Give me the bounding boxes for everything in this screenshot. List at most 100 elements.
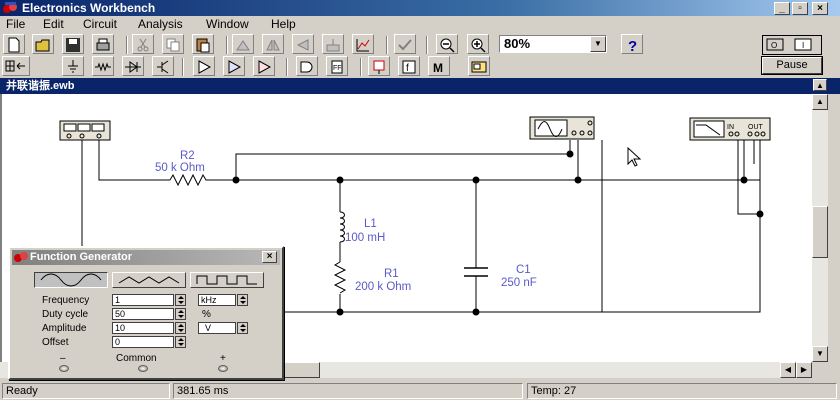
amplitude-field[interactable]: 10 [112,322,174,334]
create-subcircuit-button[interactable] [394,34,416,54]
zoom-in-button[interactable] [467,34,489,54]
checkmark-icon [398,39,412,51]
menu-help[interactable]: Help [271,17,296,31]
menu-edit[interactable]: Edit [43,17,64,31]
plus-terminal[interactable] [218,365,228,372]
frequency-unit-stepper[interactable] [237,294,248,306]
frequency-field[interactable]: 1 [112,294,174,306]
menu-window[interactable]: Window [206,17,249,31]
save-button[interactable] [62,34,84,54]
zoom-level-select[interactable]: 80% ▼ [499,35,607,53]
junction-dot [756,210,764,218]
paste-button[interactable] [192,34,214,54]
function-generator-title: Function Generator [30,251,133,263]
common-terminal[interactable] [138,365,148,372]
r1-name-label: R1 [384,268,399,280]
minus-terminal[interactable] [59,365,69,372]
zoom-out-button[interactable] [436,34,458,54]
help-button[interactable]: ? [621,34,643,54]
frequency-unit-select[interactable]: kHz [198,294,236,306]
transistors-bin-button[interactable] [152,56,174,76]
miscellaneous-bin-button[interactable]: M [428,56,450,76]
chevron-down-icon[interactable]: ▼ [590,36,606,52]
copy-icon [166,38,180,52]
app-title: Electronics Workbench [22,1,156,15]
function-generator-close-button[interactable]: × [262,251,277,263]
junction-dot [574,176,582,184]
wire [602,140,761,313]
scroll-right-arrow-icon[interactable]: ▶ [796,362,812,378]
controls-bin-button[interactable]: f [398,56,420,76]
graph-icon [356,39,370,52]
digital-bin-button[interactable]: FF [326,56,348,76]
function-generator-title-bar[interactable]: Function Generator × [12,250,280,265]
offset-label: Offset [42,337,69,348]
scroll-up-arrow-icon[interactable]: ▲ [812,94,828,110]
document-scroll-up-button[interactable]: ▲ [813,79,827,91]
zoom-graph-button[interactable] [352,34,374,54]
square-wave-icon [196,275,257,285]
flip-vertical-button[interactable] [292,34,314,54]
sine-wave-icon [40,273,102,287]
basic-bin-button[interactable] [92,56,114,76]
amplitude-unit-stepper[interactable] [237,322,248,334]
app-icon [3,2,17,13]
resistor-r1[interactable] [333,261,347,294]
vertical-scrollbar[interactable]: ▲ ▼ [812,94,828,362]
minimize-button[interactable]: _ [774,2,790,15]
cut-button[interactable] [132,34,154,54]
frequency-stepper[interactable] [175,294,186,306]
oscilloscope-symbol[interactable] [529,116,595,140]
digital-ics-bin-button[interactable] [253,56,275,76]
resistor-r2[interactable] [169,173,236,187]
triangle-wave-button[interactable] [112,272,186,288]
amplitude-unit-select[interactable]: V [198,322,236,334]
menu-analysis[interactable]: Analysis [138,17,183,31]
power-switch[interactable]: OI [762,35,822,55]
offset-field[interactable]: 0 [112,336,174,348]
flip-horizontal-button[interactable] [262,34,284,54]
function-generator-window[interactable]: Function Generator × Frequency 1 kHz Dut… [8,246,284,380]
open-button[interactable] [32,34,54,54]
indicator-icon [373,60,385,74]
indicators-bin-button[interactable] [368,56,390,76]
pause-button[interactable]: Pause [761,56,823,75]
diodes-bin-button[interactable] [122,56,144,76]
sources-bin-button[interactable] [62,56,84,76]
analog-ics-bin-button[interactable] [193,56,215,76]
instruments-bin-button[interactable] [468,56,490,76]
minus-terminal-label: – [60,353,66,364]
new-button[interactable] [3,34,25,54]
scroll-left-arrow-icon[interactable]: ◀ [780,362,796,378]
status-simulation-time: 381.65 ms [173,383,523,399]
amplitude-stepper[interactable] [175,322,186,334]
parts-bin-toggle-button[interactable] [2,56,30,76]
close-button[interactable]: × [812,2,828,15]
logic-gates-bin-button[interactable] [296,56,318,76]
offset-stepper[interactable] [175,336,186,348]
inductor-l1[interactable] [339,211,345,243]
component-properties-button[interactable] [322,34,344,54]
control-f-icon: f [402,60,416,74]
function-generator-symbol[interactable] [59,120,111,141]
junction-dot [232,176,240,184]
diode-icon [125,61,141,73]
restore-button[interactable]: ▫ [792,2,808,15]
square-wave-button[interactable] [190,272,264,288]
duty-cycle-stepper[interactable] [175,308,186,320]
copy-button[interactable] [162,34,184,54]
duty-cycle-field[interactable]: 50 [112,308,174,320]
junction-dot [336,308,344,316]
capacitor-c1[interactable] [464,267,488,277]
sine-wave-button[interactable] [34,272,108,288]
scroll-down-arrow-icon[interactable]: ▼ [812,346,828,362]
mixed-ics-bin-button[interactable] [223,56,245,76]
menu-file[interactable]: File [6,17,25,31]
vertical-scroll-thumb[interactable] [812,206,828,258]
svg-text:FF: FF [333,65,342,72]
power-switch-icon: OI [766,38,812,51]
instrument-icon [471,61,487,73]
rotate-button[interactable] [232,34,254,54]
menu-circuit[interactable]: Circuit [83,17,117,31]
print-button[interactable] [92,34,114,54]
